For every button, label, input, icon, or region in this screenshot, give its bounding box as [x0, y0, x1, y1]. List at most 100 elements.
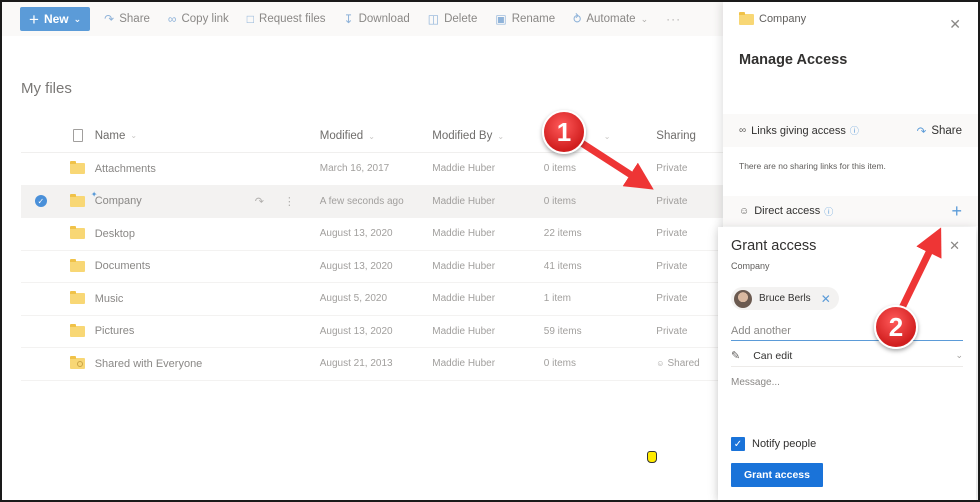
folder-icon — [70, 161, 86, 175]
column-modified-label: Modified — [319, 129, 364, 142]
links-section-label: Links giving access — [751, 124, 846, 137]
folder-icon — [70, 258, 86, 272]
close-icon[interactable]: ✕ — [949, 16, 961, 33]
person-chip: Bruce Berls ✕ — [731, 287, 839, 310]
sharing-label: Private — [656, 228, 688, 240]
share-button[interactable]: ↷ Share — [104, 12, 150, 26]
table-row[interactable]: Documents August 13, 2020 Maddie Huber 4… — [21, 251, 726, 283]
file-name[interactable]: Documents — [95, 260, 320, 272]
add-another-input[interactable] — [731, 321, 963, 341]
chevron-down-icon: ⌄ — [368, 131, 375, 141]
file-type-header[interactable] — [61, 129, 95, 142]
sharing-status: Private — [656, 228, 726, 239]
avatar — [734, 289, 752, 308]
table-row[interactable]: ✓ ✦ Company ↷ ⋮ A few seconds ago Maddie … — [21, 185, 726, 218]
table-row[interactable]: Music August 5, 2020 Maddie Huber 1 item… — [21, 283, 726, 316]
table-row[interactable]: Shared with Everyone August 21, 2013 Mad… — [21, 348, 726, 381]
modified-date: August 5, 2020 — [319, 293, 388, 305]
modified-by: Maddie Huber — [432, 260, 496, 272]
share-icon: ↷ — [916, 125, 927, 138]
remove-person-icon[interactable]: ✕ — [821, 292, 831, 306]
close-icon[interactable]: ✕ — [949, 238, 960, 254]
download-label: Download — [358, 13, 410, 25]
delete-button[interactable]: ◫ Delete — [428, 12, 478, 26]
sharing-label: Private — [656, 260, 688, 272]
permission-dropdown[interactable]: ✎ Can edit ⌄ — [731, 345, 963, 367]
file-list: Name ⌄ Modified ⌄ Modified By ⌄ ⌄ Sharing A… — [21, 119, 726, 381]
message-field[interactable] — [731, 377, 963, 432]
chevron-down-icon: ⌄ — [955, 350, 963, 360]
download-button[interactable]: ↧ Download — [344, 12, 410, 26]
add-direct-access-button[interactable]: + — [951, 201, 962, 222]
file-name-label: Shared with Everyone — [94, 357, 203, 370]
file-name[interactable]: Music — [95, 293, 320, 305]
more-vertical-icon[interactable]: ⋮ — [284, 195, 295, 208]
column-header-modified-by[interactable]: Modified By ⌄ — [432, 130, 544, 142]
panel-folder-name: Company — [759, 13, 807, 25]
modified-date: March 16, 2017 — [319, 163, 390, 175]
file-name-label: Documents — [94, 260, 151, 273]
more-options-button[interactable]: ··· — [666, 12, 681, 26]
request-files-button[interactable]: □ Request files — [247, 12, 326, 26]
file-size: 0 items — [543, 195, 577, 207]
column-header-sharing[interactable]: Sharing — [656, 130, 726, 142]
row-icon-cell — [61, 356, 95, 370]
folder-icon — [70, 193, 86, 207]
permission-value: Can edit — [753, 349, 793, 362]
file-name-label: Desktop — [94, 227, 136, 240]
panel-share-button[interactable]: ↷ Share — [917, 124, 962, 138]
file-name[interactable]: Desktop — [95, 228, 320, 240]
rename-icon: ▣ — [495, 12, 507, 26]
modified-by: Maddie Huber — [432, 228, 496, 240]
new-button[interactable]: + New ⌄ — [20, 7, 91, 31]
request-files-label: Request files — [259, 13, 326, 25]
link-icon: ∞ — [167, 12, 177, 26]
person-icon: ☺ — [739, 205, 750, 217]
table-row[interactable]: Attachments March 16, 2017 Maddie Huber … — [21, 153, 726, 186]
sharing-status: Private — [656, 196, 726, 207]
automate-label: Automate — [586, 13, 636, 25]
folder-icon — [70, 356, 86, 370]
table-row[interactable]: Desktop August 13, 2020 Maddie Huber 22 … — [21, 218, 726, 251]
file-name[interactable]: Attachments — [95, 163, 320, 175]
checkmark-icon: ✓ — [34, 195, 47, 208]
file-name[interactable]: Shared with Everyone — [95, 358, 320, 370]
no-links-message: There are no sharing links for this item… — [739, 161, 886, 171]
table-row[interactable]: Pictures August 13, 2020 Maddie Huber 59… — [21, 316, 726, 348]
modified-date: A few seconds ago — [319, 195, 404, 207]
file-name-label: Attachments — [94, 162, 156, 175]
automate-icon: ⥁ — [573, 12, 582, 26]
request-files-icon: □ — [246, 12, 255, 26]
row-icon-cell — [61, 291, 95, 305]
file-size: 22 items — [543, 228, 582, 240]
sharing-label: Private — [656, 163, 688, 175]
links-giving-access-section: ∞ Links giving access ⓘ ↷ Share — [723, 114, 978, 147]
copy-link-button[interactable]: ∞ Copy link — [168, 12, 229, 26]
checkmark-icon: ✓ — [731, 437, 745, 451]
file-name[interactable]: Pictures — [95, 325, 320, 337]
sharing-label: Shared — [667, 358, 700, 370]
modified-date: August 13, 2020 — [319, 325, 393, 337]
column-header-name[interactable]: Name ⌄ — [95, 130, 320, 142]
grant-access-button[interactable]: Grant access — [731, 463, 823, 487]
row-checkbox[interactable]: ✓ — [21, 195, 61, 208]
share-icon[interactable]: ↷ — [255, 195, 264, 208]
modified-date: August 13, 2020 — [319, 228, 393, 240]
notify-people-checkbox[interactable]: ✓ Notify people — [731, 437, 816, 451]
file-name[interactable]: ✦ Company ↷ ⋮ — [91, 190, 320, 208]
sharing-status: Private — [656, 261, 726, 272]
grant-access-subtitle: Company — [731, 261, 770, 271]
download-icon: ↧ — [343, 12, 354, 26]
automate-button[interactable]: ⥁ Automate ⌄ — [573, 12, 648, 26]
file-size: 1 item — [543, 293, 572, 305]
rename-button[interactable]: ▣ Rename — [495, 12, 555, 26]
info-icon[interactable]: ⓘ — [850, 124, 859, 137]
column-header-modified[interactable]: Modified ⌄ — [320, 130, 433, 142]
grant-access-title: Grant access — [731, 238, 817, 254]
direct-access-label: Direct access — [754, 205, 821, 217]
file-name-label: Pictures — [94, 325, 135, 338]
file-size: 41 items — [543, 260, 582, 272]
info-icon[interactable]: ⓘ — [824, 205, 833, 218]
file-icon — [72, 129, 83, 142]
panel-share-label: Share — [931, 124, 962, 137]
